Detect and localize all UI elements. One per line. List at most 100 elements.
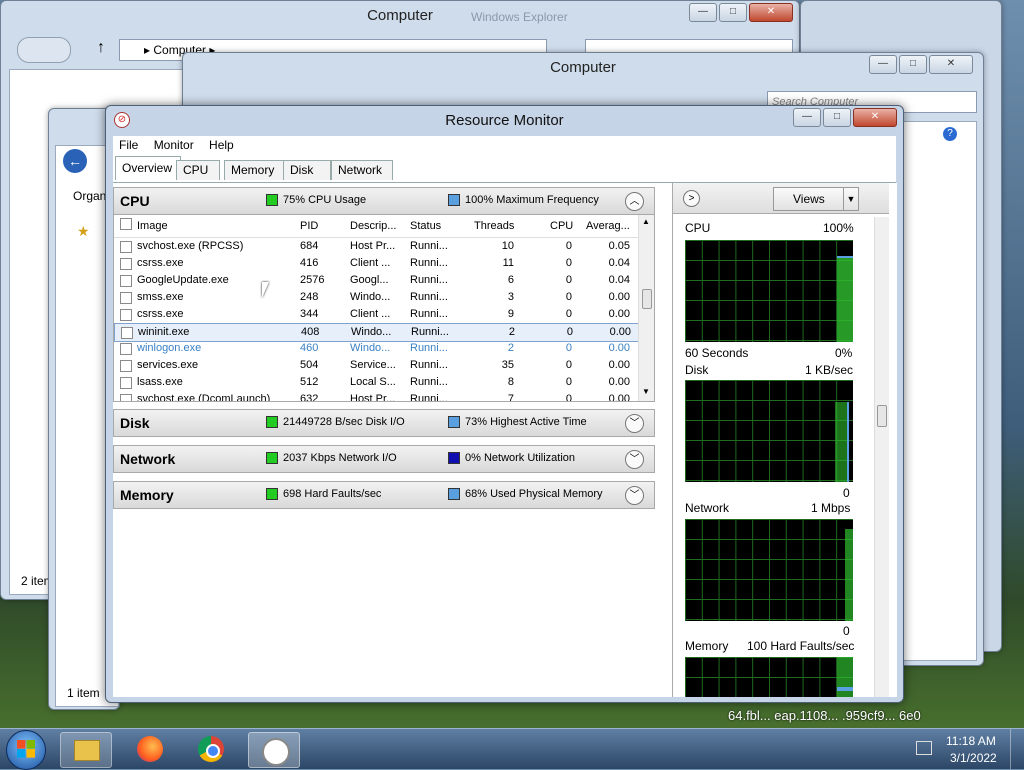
table-row[interactable]: GoogleUpdate.exe 2576 Googl... Runni... 6 0 0.… xyxy=(114,272,638,289)
maximize-button[interactable]: □ xyxy=(823,108,851,127)
tab-memory[interactable]: Memory xyxy=(224,160,284,180)
cell-cpu: 0 xyxy=(566,326,573,338)
cell-threads: 10 xyxy=(501,240,514,252)
vertical-scrollbar[interactable]: ▲ ▼ xyxy=(638,215,654,401)
cpu-section-header[interactable]: CPU 75% CPU Usage 100% Maximum Frequency… xyxy=(113,187,655,215)
maximize-button[interactable]: □ xyxy=(719,3,747,22)
close-button[interactable]: ✕ xyxy=(929,55,973,74)
row-checkbox[interactable] xyxy=(120,292,132,304)
minimize-button[interactable]: — xyxy=(689,3,717,22)
table-row[interactable]: smss.exe 248 Windo... Runni... 3 0 0.00 xyxy=(114,289,638,306)
disk-graph xyxy=(685,380,853,482)
maximize-button[interactable]: □ xyxy=(899,55,927,74)
cell-image: csrss.exe xyxy=(137,308,184,320)
cell-status: Runni... xyxy=(411,326,449,338)
column-status[interactable]: Status xyxy=(410,220,441,232)
clock-time[interactable]: 11:18 AM xyxy=(946,734,996,748)
column-image[interactable]: Image xyxy=(137,220,168,232)
start-button[interactable] xyxy=(6,730,46,770)
up-arrow-icon[interactable]: ↑ xyxy=(97,39,105,57)
cell-image: wininit.exe xyxy=(138,326,190,338)
row-checkbox[interactable] xyxy=(121,327,133,339)
network-section-header[interactable]: Network 2037 Kbps Network I/O 0% Network… xyxy=(113,445,655,473)
close-button[interactable]: ✕ xyxy=(853,108,897,127)
row-checkbox[interactable] xyxy=(120,343,132,355)
views-button[interactable]: Views ▼ xyxy=(773,187,859,211)
cell-status: Runni... xyxy=(410,376,448,388)
stat-text: 2037 Kbps Network I/O xyxy=(283,452,397,464)
column-cpu[interactable]: CPU xyxy=(550,220,573,232)
table-row[interactable]: svchost.exe (DcomLaunch) 632 Host Pr... Run… xyxy=(114,391,638,401)
taskbar: 11:18 AM 3/1/2022 xyxy=(0,728,1024,770)
column-average[interactable]: Averag... xyxy=(586,220,630,232)
disk-section-header[interactable]: Disk 21449728 B/sec Disk I/O 73% Highest… xyxy=(113,409,655,437)
section-title: Memory xyxy=(120,487,174,503)
back-button[interactable] xyxy=(17,37,71,63)
scroll-up-arrow-icon[interactable]: ▲ xyxy=(642,217,650,226)
close-button[interactable]: ✕ xyxy=(749,3,793,22)
overview-content: CPU 75% CPU Usage 100% Maximum Frequency… xyxy=(113,182,897,697)
row-checkbox[interactable] xyxy=(120,258,132,270)
cpu-graph xyxy=(685,240,853,342)
row-checkbox[interactable] xyxy=(120,309,132,321)
row-checkbox[interactable] xyxy=(120,394,132,401)
clock-date[interactable]: 3/1/2022 xyxy=(950,751,997,765)
table-row[interactable]: csrss.exe 416 Client ... Runni... 11 0 0.04 xyxy=(114,255,638,272)
graph-pane-scrollbar[interactable] xyxy=(874,217,889,697)
cell-avg: 0.04 xyxy=(608,274,630,286)
chevron-up-icon[interactable]: ︿ xyxy=(625,192,644,211)
taskbar-explorer[interactable] xyxy=(60,732,112,768)
memory-section-header[interactable]: Memory 698 Hard Faults/sec 68% Used Phys… xyxy=(113,481,655,509)
graph-min: 0% xyxy=(835,346,853,360)
tab-overview[interactable]: Overview xyxy=(115,156,181,180)
table-header: Image PID Descrip... Status Threads CPU … xyxy=(114,215,638,238)
caption-buttons: — □ ✕ xyxy=(689,3,793,22)
minimize-button[interactable]: — xyxy=(869,55,897,74)
table-row[interactable]: csrss.exe 344 Client ... Runni... 9 0 0.00 xyxy=(114,306,638,323)
scroll-thumb[interactable] xyxy=(642,289,652,309)
table-row[interactable]: lsass.exe 512 Local S... Runni... 8 0 0.00 xyxy=(114,374,638,391)
tab-network[interactable]: Network xyxy=(331,160,393,180)
row-checkbox[interactable] xyxy=(120,241,132,253)
taskbar-firefox[interactable] xyxy=(125,732,175,766)
explorer-back-title: Computer xyxy=(367,7,433,24)
show-desktop-button[interactable] xyxy=(1010,729,1024,769)
organize-menu[interactable]: Organ xyxy=(73,189,106,203)
stat-text: 68% Used Physical Memory xyxy=(465,488,603,500)
network-tray-icon[interactable] xyxy=(916,741,932,755)
chevron-down-icon[interactable]: ﹀ xyxy=(625,414,644,433)
table-row[interactable]: svchost.exe (RPCSS) 684 Host Pr... Runni...… xyxy=(114,238,638,255)
cell-pid: 512 xyxy=(300,376,319,388)
help-icon[interactable]: ? xyxy=(943,127,957,141)
expand-arrow-icon[interactable]: > xyxy=(683,190,700,207)
menu-help[interactable]: Help xyxy=(203,136,240,154)
taskbar-chrome[interactable] xyxy=(186,732,236,766)
tab-disk[interactable]: Disk xyxy=(283,160,331,180)
column-description[interactable]: Descrip... xyxy=(350,220,396,232)
physical-memory-stat: 68% Used Physical Memory xyxy=(448,488,603,500)
column-threads[interactable]: Threads xyxy=(474,220,514,232)
scroll-down-arrow-icon[interactable]: ▼ xyxy=(642,387,650,396)
select-all-checkbox[interactable] xyxy=(120,218,132,230)
row-checkbox[interactable] xyxy=(120,377,132,389)
cell-threads: 2 xyxy=(507,342,514,354)
cell-cpu: 0 xyxy=(565,240,572,252)
chevron-down-icon[interactable]: ﹀ xyxy=(625,486,644,505)
tab-cpu[interactable]: CPU xyxy=(176,160,220,180)
menu-file[interactable]: File xyxy=(113,136,144,154)
cell-cpu: 0 xyxy=(565,342,572,354)
cell-desc: Client ... xyxy=(350,308,391,320)
disk-io-stat: 21449728 B/sec Disk I/O xyxy=(266,416,405,428)
back-arrow-icon[interactable]: ← xyxy=(63,149,87,173)
taskbar-resource-monitor[interactable] xyxy=(248,732,300,768)
minimize-button[interactable]: — xyxy=(793,108,821,127)
table-row[interactable]: services.exe 504 Service... Runni... 35 0 0.00 xyxy=(114,357,638,374)
cell-pid: 416 xyxy=(300,257,319,269)
scroll-thumb[interactable] xyxy=(877,405,887,427)
row-checkbox[interactable] xyxy=(120,360,132,372)
table-row[interactable]: winlogon.exe 460 Windo... Runni... 2 0 0.00 xyxy=(114,340,638,357)
row-checkbox[interactable] xyxy=(120,275,132,287)
column-pid[interactable]: PID xyxy=(300,220,318,232)
menu-monitor[interactable]: Monitor xyxy=(148,136,200,154)
chevron-down-icon[interactable]: ﹀ xyxy=(625,450,644,469)
